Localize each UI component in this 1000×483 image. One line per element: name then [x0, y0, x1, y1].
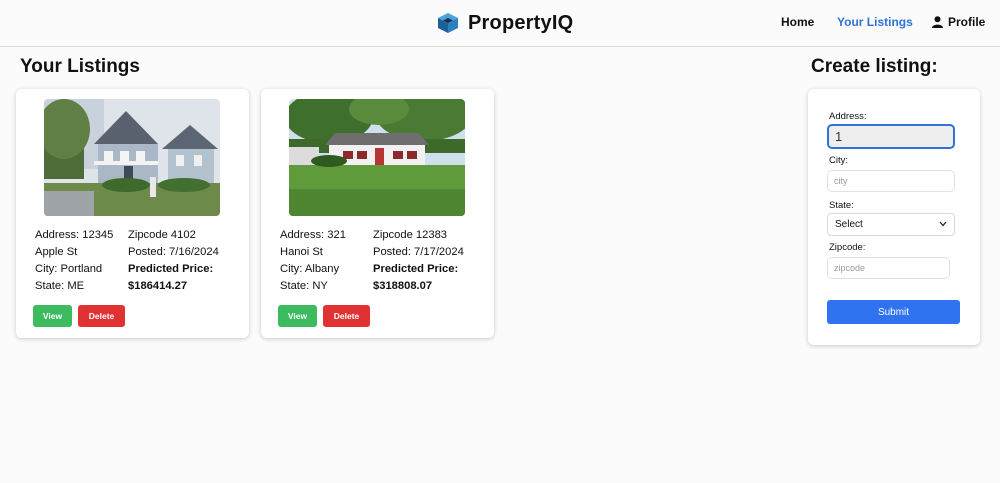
- view-button[interactable]: View: [33, 305, 72, 327]
- state-label: State:: [829, 200, 854, 211]
- listing-zipcode: Zipcode 12383: [373, 229, 448, 241]
- delete-button[interactable]: Delete: [78, 305, 125, 327]
- brand-logo[interactable]: PropertyIQ: [436, 10, 573, 36]
- zipcode-label: Zipcode:: [829, 242, 866, 253]
- listing-state: State: NY: [280, 280, 328, 292]
- chevron-down-icon: [939, 219, 947, 230]
- nav-your-listings[interactable]: Your Listings: [837, 15, 913, 29]
- house-photo: [44, 99, 220, 216]
- listing-address: Address: 321 Hanoi St: [280, 229, 346, 258]
- predicted-price-label: Predicted Price:: [373, 263, 459, 275]
- top-navbar: PropertyIQ Home Your Listings Profile: [0, 0, 1000, 47]
- address-input[interactable]: [827, 124, 955, 149]
- listing-card: Address: 321 Hanoi St City: Albany State…: [261, 89, 494, 338]
- house-photo: [289, 99, 465, 216]
- listing-posted-date: Posted: 7/16/2024: [128, 246, 219, 258]
- brand-name: PropertyIQ: [468, 11, 574, 34]
- listing-city: City: Portland: [35, 263, 103, 275]
- city-label: City:: [829, 155, 848, 166]
- your-listings-title: Your Listings: [20, 56, 140, 77]
- listing-zipcode: Zipcode 4102: [128, 229, 196, 241]
- state-select-value: Select: [835, 219, 863, 230]
- listing-city: City: Albany: [280, 263, 340, 275]
- state-select[interactable]: Select: [827, 213, 955, 236]
- nav-profile-label: Profile: [948, 15, 986, 29]
- predicted-price-value: $186414.27: [128, 280, 188, 292]
- predicted-price-value: $318808.07: [373, 280, 433, 292]
- city-input[interactable]: [827, 170, 955, 192]
- zipcode-input[interactable]: [827, 257, 950, 279]
- cube-icon: [436, 12, 460, 34]
- address-label: Address:: [829, 111, 867, 122]
- listing-card: Address: 12345 Apple St City: Portland S…: [16, 89, 249, 338]
- nav-home[interactable]: Home: [781, 15, 814, 29]
- user-icon: [932, 16, 943, 28]
- delete-button[interactable]: Delete: [323, 305, 370, 327]
- listing-address: Address: 12345 Apple St: [35, 229, 114, 258]
- listing-posted-date: Posted: 7/17/2024: [373, 246, 464, 258]
- create-listing-form: Address: City: State: Select Zipcode: Su…: [808, 89, 980, 345]
- predicted-price-label: Predicted Price:: [128, 263, 214, 275]
- submit-button[interactable]: Submit: [827, 300, 960, 324]
- nav-profile[interactable]: Profile: [932, 15, 985, 29]
- create-listing-title: Create listing:: [811, 56, 938, 77]
- listing-state: State: ME: [35, 280, 85, 292]
- view-button[interactable]: View: [278, 305, 317, 327]
